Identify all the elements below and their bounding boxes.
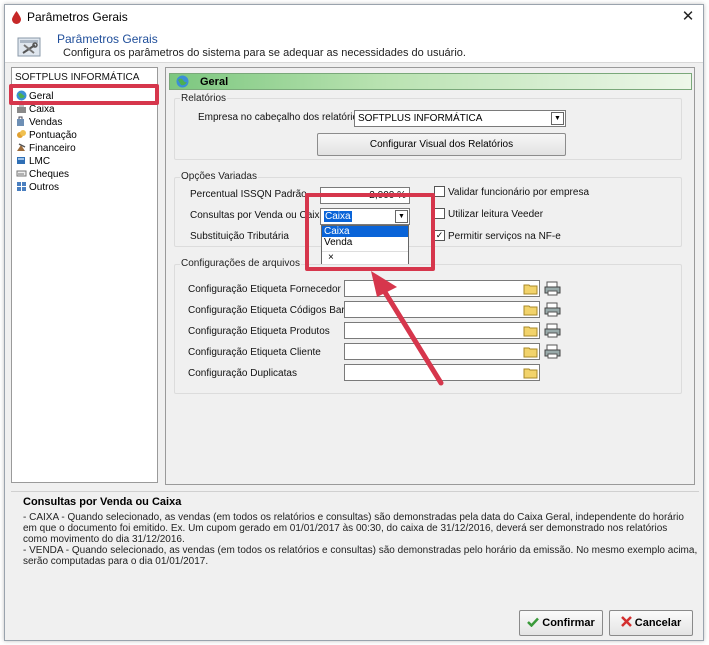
cliente-label: Configuração Etiqueta Cliente — [188, 347, 321, 358]
app-drop-icon — [12, 11, 21, 24]
printer-icon[interactable] — [544, 322, 561, 339]
cancel-button[interactable]: Cancelar — [609, 610, 693, 636]
content-header: Geral — [169, 73, 692, 90]
opcoes-group-label: Opções Variadas — [180, 171, 258, 182]
printer-icon[interactable] — [544, 301, 561, 318]
relatorios-group-label: Relatórios — [180, 93, 228, 104]
help-line: serão computadas para o dia 01/01/2017. — [23, 556, 209, 567]
sidebar-item-outros[interactable]: Outros — [16, 181, 59, 194]
validar-funcionario-label: Validar funcionário por empresa — [448, 187, 590, 198]
cliente-path-input[interactable] — [344, 343, 540, 360]
close-icon[interactable]: ✕ — [673, 5, 703, 29]
cancel-x-icon — [620, 616, 632, 627]
checkmark-icon — [527, 617, 540, 628]
arquivos-group-label: Configurações de arquivos — [180, 258, 301, 269]
folder-open-icon[interactable] — [522, 322, 539, 339]
help-line: como movimento do dia 31/12/2016. — [23, 534, 185, 545]
folder-open-icon[interactable] — [522, 280, 539, 297]
printer-icon[interactable] — [544, 343, 561, 360]
folder-open-icon[interactable] — [522, 364, 539, 381]
settings-tools-icon — [17, 37, 41, 57]
sidebar-item-lmc[interactable]: LMC — [16, 155, 50, 168]
window-title: Parâmetros Gerais — [27, 10, 128, 24]
configurar-visual-button[interactable]: Configurar Visual dos Relatórios — [317, 133, 566, 156]
check-icon — [16, 170, 27, 177]
permitir-nfe-label: Permitir serviços na NF-e — [448, 231, 561, 242]
codigos-barras-path-input[interactable] — [344, 301, 540, 318]
produtos-label: Configuração Etiqueta Produtos — [188, 326, 330, 337]
help-line: - CAIXA - Quando selecionado, as vendas … — [23, 512, 684, 523]
fornecedor-path-input[interactable] — [344, 280, 540, 297]
fornecedor-label: Configuração Etiqueta Fornecedor — [188, 284, 341, 295]
utilizar-veeder-label: Utilizar leitura Veeder — [448, 209, 544, 220]
fuel-icon — [17, 157, 25, 164]
substituicao-label: Substituição Tributária — [190, 231, 289, 242]
help-line: - VENDA - Quando selecionado, as vendas … — [23, 545, 698, 556]
parametros-gerais-window: Parâmetros Gerais ✕ Parâmetros Gerais Co… — [4, 4, 704, 641]
duplicatas-path-input[interactable] — [344, 364, 540, 381]
folder-open-icon[interactable] — [522, 343, 539, 360]
page-title: Parâmetros Gerais — [57, 32, 158, 46]
others-icon — [17, 182, 26, 191]
produtos-path-input[interactable] — [344, 322, 540, 339]
confirm-button[interactable]: Confirmar — [519, 610, 603, 636]
sidebar-item-pontuacao[interactable]: Pontuação — [16, 129, 77, 142]
content-panel: Geral Relatórios Empresa no cabeçalho do… — [165, 67, 695, 485]
finance-icon — [17, 143, 26, 151]
sidebar-tree: SOFTPLUS INFORMÁTICA Geral Caixa Vendas … — [11, 67, 158, 483]
utilizar-veeder-checkbox[interactable] — [434, 208, 445, 219]
help-line: em que o documento foi emitido. Ex. Um c… — [23, 523, 668, 534]
highlight-box-geral — [9, 84, 159, 105]
header-band: Parâmetros Gerais Configura os parâmetro… — [5, 29, 703, 63]
chevron-down-icon[interactable]: ▼ — [551, 112, 564, 125]
title-bar: Parâmetros Gerais ✕ — [5, 5, 703, 29]
shopping-icon — [17, 116, 24, 126]
sidebar-root[interactable]: SOFTPLUS INFORMÁTICA — [15, 72, 139, 83]
empresa-label: Empresa no cabeçalho dos relatórios — [198, 112, 364, 123]
sidebar-item-vendas[interactable]: Vendas — [16, 116, 62, 129]
validar-funcionario-checkbox[interactable] — [434, 186, 445, 197]
help-panel: Consultas por Venda ou Caixa - CAIXA - Q… — [11, 491, 699, 599]
permitir-nfe-checkbox[interactable]: ✓ — [434, 230, 445, 241]
sidebar-item-cheques[interactable]: Cheques — [16, 168, 69, 181]
highlight-box-dropdown — [305, 193, 435, 271]
points-icon — [17, 130, 26, 138]
issqn-label: Percentual ISSQN Padrão — [190, 189, 307, 200]
printer-icon[interactable] — [544, 280, 561, 297]
empresa-select[interactable]: SOFTPLUS INFORMÁTICA ▼ — [354, 110, 566, 127]
page-subtitle: Configura os parâmetros do sistema para … — [63, 47, 466, 59]
duplicatas-label: Configuração Duplicatas — [188, 368, 297, 379]
codigos-barras-label: Configuração Etiqueta Códigos Barras — [188, 305, 359, 316]
sidebar-item-financeiro[interactable]: Financeiro — [16, 142, 76, 155]
help-title: Consultas por Venda ou Caixa — [23, 496, 182, 508]
folder-open-icon[interactable] — [522, 301, 539, 318]
content-title: Geral — [200, 76, 229, 88]
globe-icon — [176, 75, 189, 88]
